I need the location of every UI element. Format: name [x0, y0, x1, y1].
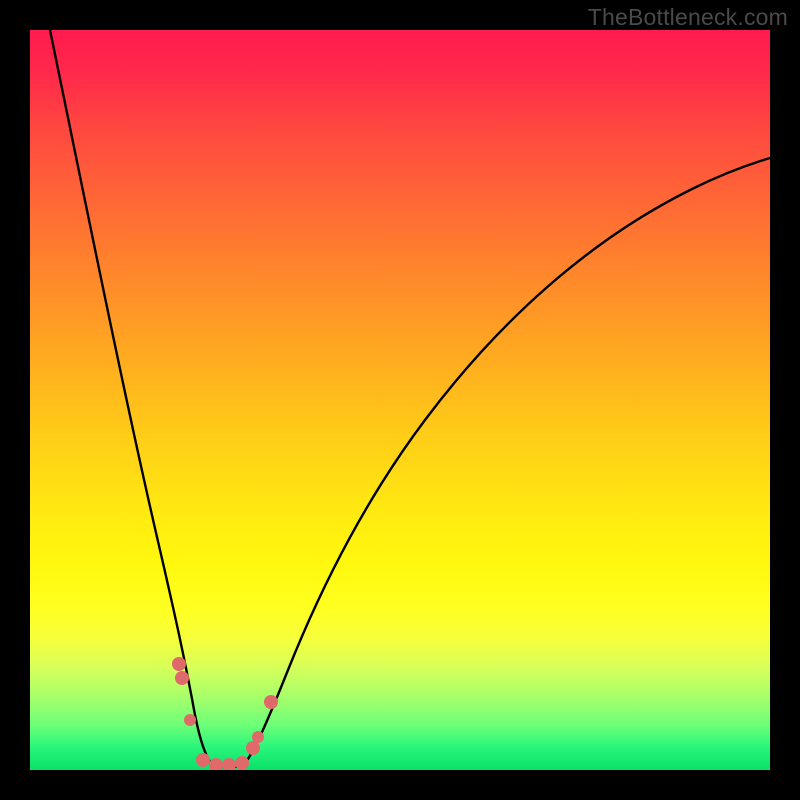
- marker-dot: [264, 695, 278, 709]
- plot-area: [30, 30, 770, 770]
- marker-dot: [196, 753, 210, 767]
- marker-dot: [184, 714, 196, 726]
- bottleneck-curve-right: [244, 158, 770, 765]
- marker-dot: [235, 756, 249, 770]
- marker-dot: [175, 671, 189, 685]
- bottleneck-curve-left: [50, 30, 212, 765]
- marker-dot: [209, 758, 223, 770]
- chart-frame: TheBottleneck.com: [0, 0, 800, 800]
- watermark-text: TheBottleneck.com: [588, 4, 788, 31]
- marker-dot: [172, 657, 186, 671]
- curve-layer: [30, 30, 770, 770]
- marker-dot: [222, 758, 236, 770]
- marker-dot: [252, 731, 264, 743]
- marker-dot: [246, 741, 260, 755]
